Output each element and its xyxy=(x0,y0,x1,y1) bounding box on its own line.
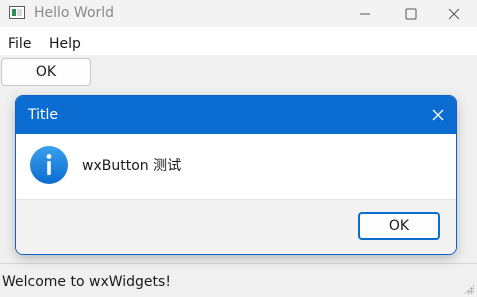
message-dialog: Title wxButton 测试 OK xyxy=(16,96,456,254)
menu-help[interactable]: Help xyxy=(49,36,81,52)
window-title: Hello World xyxy=(34,5,115,21)
minimize-button[interactable] xyxy=(342,0,388,27)
statusbar: Welcome to wxWidgets! xyxy=(0,263,477,297)
dialog-body: wxButton 测试 xyxy=(16,134,456,199)
close-button[interactable] xyxy=(431,0,477,27)
window-titlebar: Hello World xyxy=(0,0,477,27)
maximize-icon xyxy=(405,8,417,19)
minimize-icon xyxy=(360,13,370,14)
dialog-close-button[interactable] xyxy=(420,96,456,134)
dialog-ok-button[interactable]: OK xyxy=(358,212,440,240)
info-icon xyxy=(30,146,68,184)
maximize-button[interactable] xyxy=(388,0,434,27)
dialog-footer: OK xyxy=(16,199,456,254)
dialog-titlebar: Title xyxy=(16,96,456,134)
status-text: Welcome to wxWidgets! xyxy=(2,274,171,290)
ok-button[interactable]: OK xyxy=(1,58,91,86)
resize-grip-icon[interactable] xyxy=(464,284,474,294)
dialog-title: Title xyxy=(28,107,59,123)
app-icon xyxy=(9,6,25,19)
close-icon xyxy=(432,109,444,121)
menu-file[interactable]: File xyxy=(8,36,31,52)
dialog-message: wxButton 测试 xyxy=(82,158,182,174)
close-icon xyxy=(448,8,460,19)
menubar: File Help xyxy=(0,27,477,55)
